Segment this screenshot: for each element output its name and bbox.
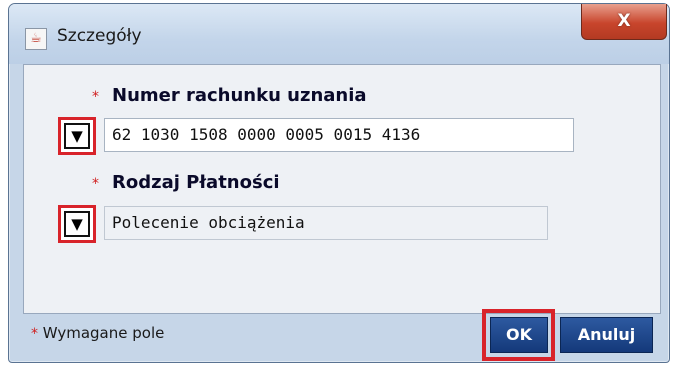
- account-number-field[interactable]: 62 1030 1508 0000 0005 0015 4136: [104, 118, 574, 152]
- required-field-note: * Wymagane pole: [31, 324, 164, 342]
- dropdown-arrow-icon: ▼: [64, 211, 90, 237]
- java-app-icon: ☕: [25, 28, 47, 50]
- required-note-text: Wymagane pole: [42, 324, 165, 342]
- details-dialog: ☕ Szczegóły X * Numer rachunku uznania ▼…: [8, 3, 670, 363]
- required-star: *: [92, 176, 99, 192]
- payment-type-field[interactable]: Polecenie obciążenia: [104, 206, 548, 240]
- payment-type-label: Rodzaj Płatności: [112, 172, 280, 193]
- dropdown-arrow-icon: ▼: [64, 123, 90, 149]
- required-star: *: [92, 89, 99, 105]
- title-bar: ☕ Szczegóły X: [9, 4, 669, 64]
- close-button[interactable]: X: [581, 4, 667, 40]
- form-panel: * Numer rachunku uznania ▼ 62 1030 1508 …: [23, 64, 661, 314]
- account-number-label: Numer rachunku uznania: [112, 85, 367, 106]
- payment-type-dropdown-button[interactable]: ▼: [58, 205, 96, 243]
- dialog-footer: * Wymagane pole OK Anuluj: [23, 309, 661, 361]
- account-number-dropdown-button[interactable]: ▼: [58, 117, 96, 155]
- ok-button-highlight: OK: [482, 309, 555, 361]
- ok-button[interactable]: OK: [490, 317, 548, 353]
- window-title: Szczegóły: [57, 26, 142, 46]
- cancel-button[interactable]: Anuluj: [560, 317, 653, 353]
- required-star: *: [31, 326, 38, 342]
